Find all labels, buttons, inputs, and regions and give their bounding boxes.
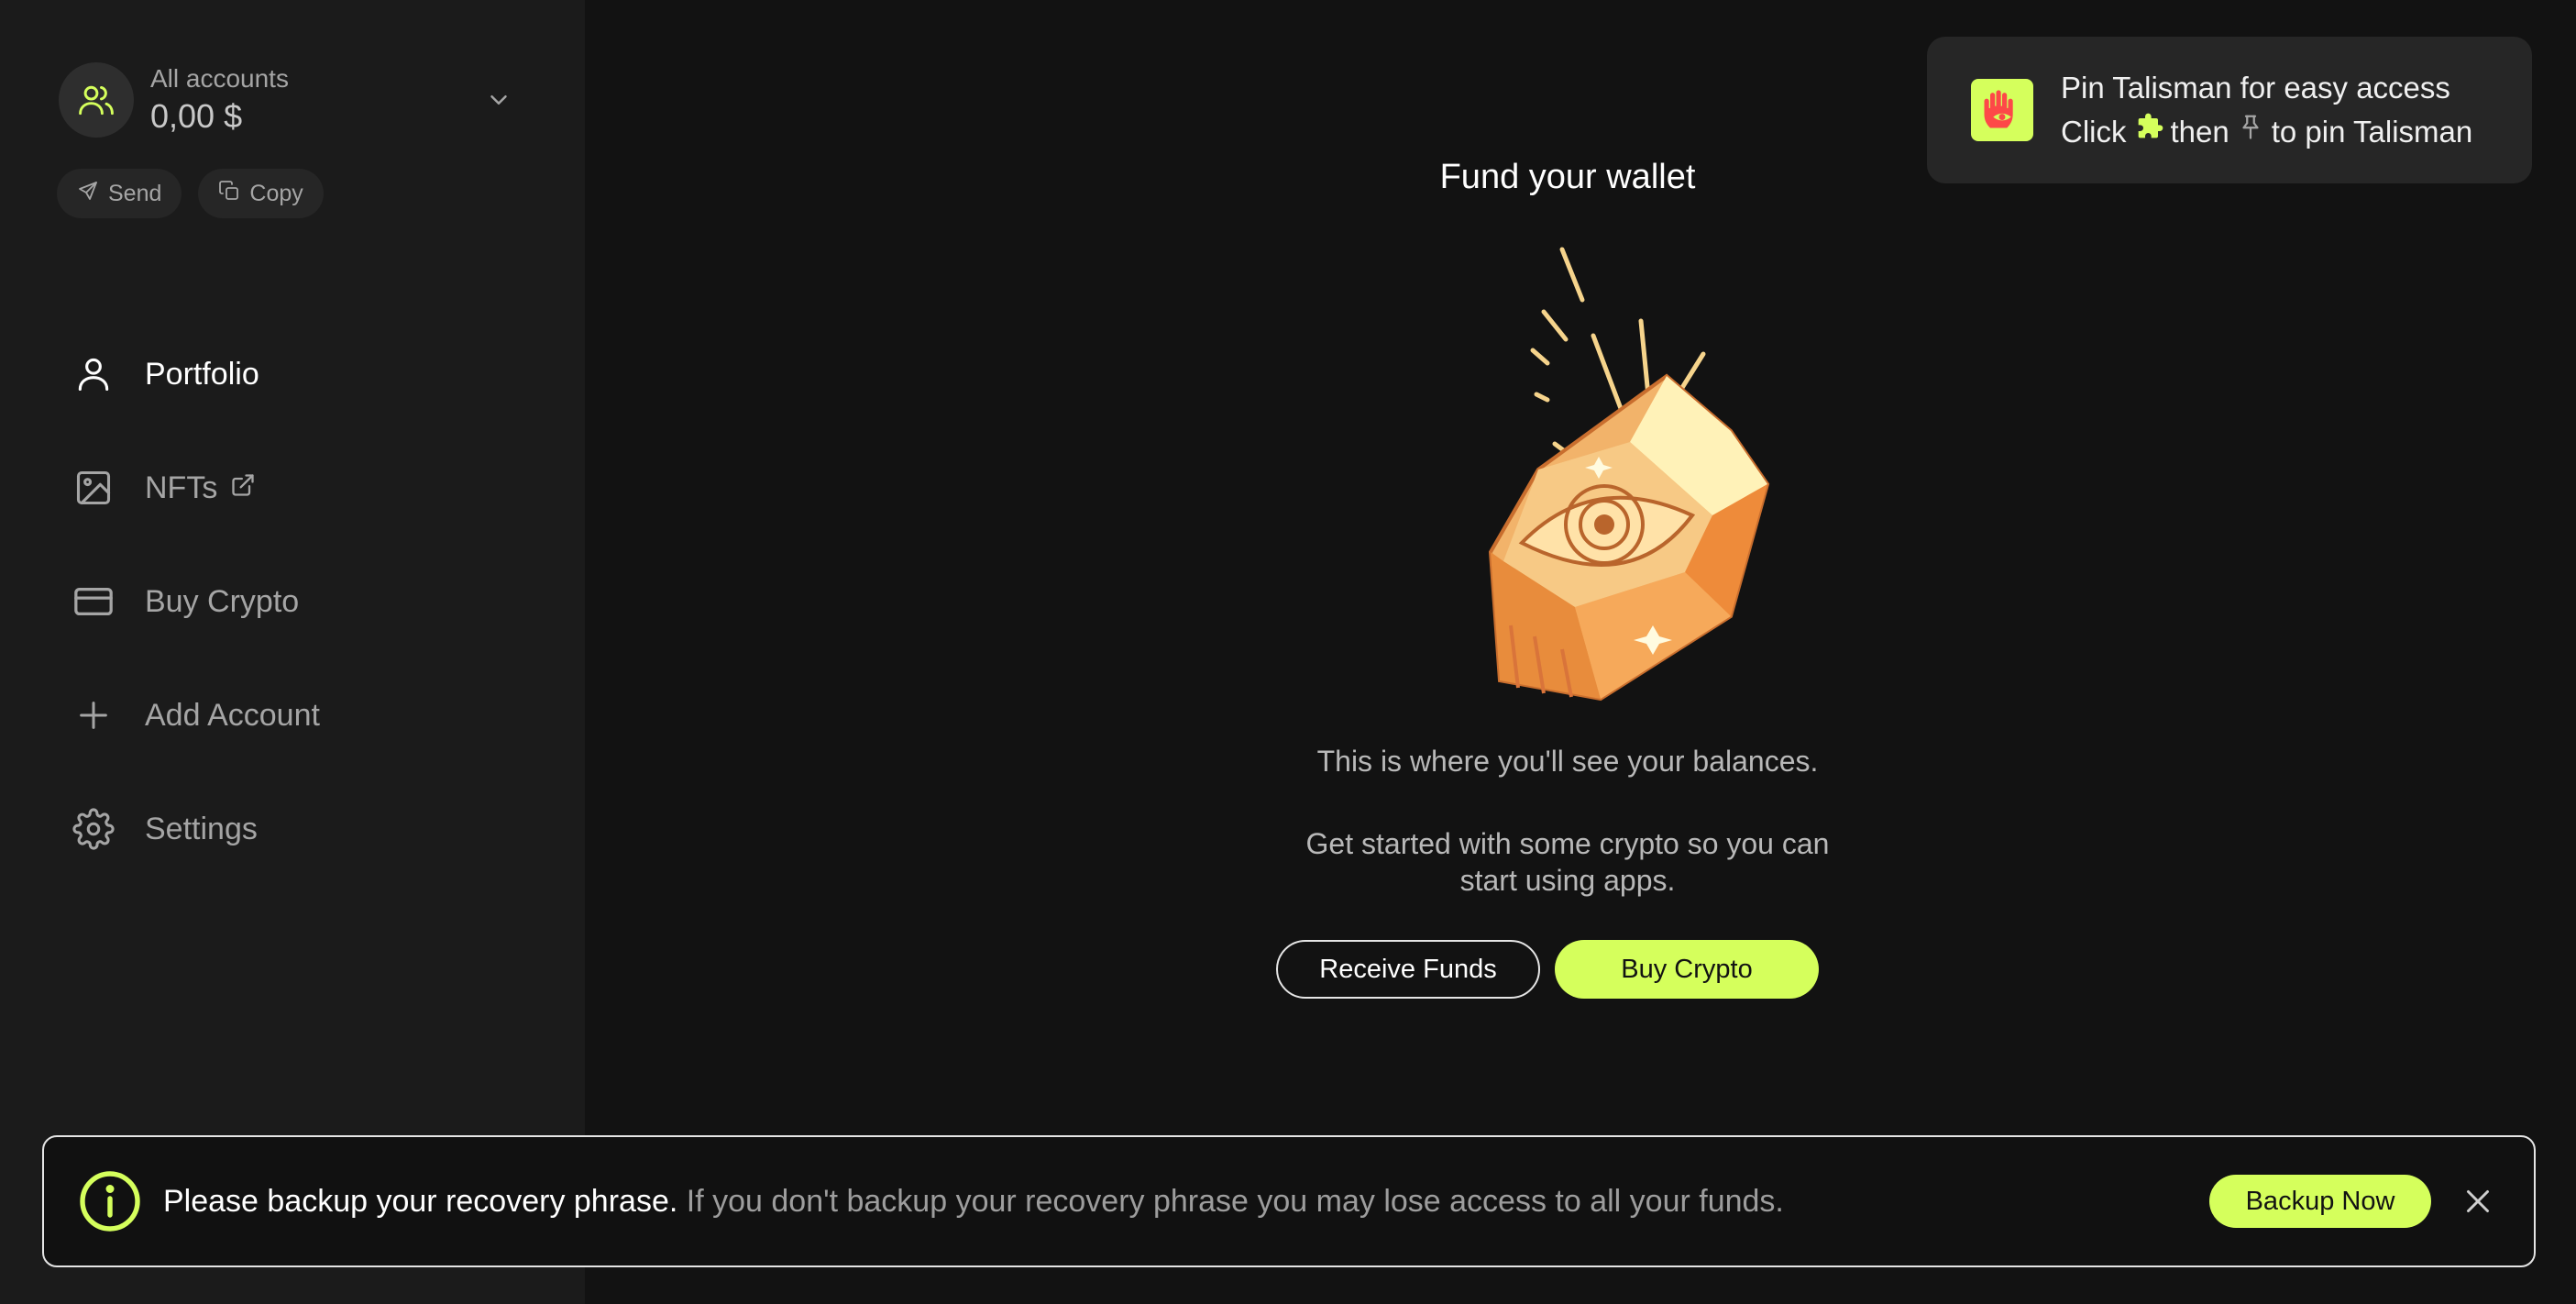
info-icon <box>77 1168 143 1234</box>
sidebar-item-label: Portfolio <box>145 357 259 392</box>
backup-now-button[interactable]: Backup Now <box>2209 1175 2431 1228</box>
toast-then-text: then <box>2170 115 2229 149</box>
sidebar-item-label: Add Account <box>145 698 320 734</box>
banner-message: Please backup your recovery phrase. If y… <box>163 1184 2209 1220</box>
nfts-label: NFTs <box>145 470 218 505</box>
toast-click-text: Click <box>2061 115 2127 149</box>
sidebar-item-settings[interactable]: Settings <box>0 772 585 886</box>
add-account-label: Add Account <box>145 697 320 733</box>
balances-description: This is where you'll see your balances. <box>1316 745 1819 778</box>
send-button[interactable]: Send <box>57 169 182 218</box>
account-label: All accounts <box>150 64 289 93</box>
credit-card-icon <box>70 578 117 625</box>
settings-label: Settings <box>145 811 258 846</box>
sidebar-item-buy-crypto[interactable]: Buy Crypto <box>0 545 585 658</box>
toast-title: Pin Talisman for easy access <box>2061 71 2450 105</box>
user-icon <box>70 350 117 398</box>
portfolio-label: Portfolio <box>145 356 259 392</box>
chevron-down-icon[interactable] <box>480 82 517 118</box>
gear-icon <box>70 805 117 853</box>
toast-pin-text: to pin Talisman <box>2271 115 2473 149</box>
plus-icon <box>70 691 117 739</box>
sidebar-nav: Portfolio NFTs Buy Crypto Add Account Se… <box>0 317 585 886</box>
sidebar-item-label: Settings <box>145 812 258 847</box>
account-balance: 0,00 $ <box>150 97 243 135</box>
backup-banner: Please backup your recovery phrase. If y… <box>42 1135 2536 1267</box>
close-icon[interactable] <box>2455 1178 2501 1224</box>
sidebar-item-nfts[interactable]: NFTs <box>0 431 585 545</box>
sidebar-item-portfolio[interactable]: Portfolio <box>0 317 585 431</box>
sidebar-item-label: NFTs <box>145 470 256 506</box>
sidebar-item-label: Buy Crypto <box>145 584 299 620</box>
fund-actions: Receive Funds Buy Crypto <box>1276 940 1819 999</box>
puzzle-icon <box>2134 110 2163 154</box>
sidebar: All accounts 0,00 $ Send Copy Portfolio … <box>0 0 585 1304</box>
copy-icon <box>218 180 240 208</box>
banner-title: Please backup your recovery phrase. <box>163 1183 678 1219</box>
account-summary: All accounts 0,00 $ <box>150 62 480 138</box>
receive-funds-label: Receive Funds <box>1319 954 1497 984</box>
send-label: Send <box>108 180 162 206</box>
banner-description: If you don't backup your recovery phrase… <box>686 1183 1784 1219</box>
image-icon <box>70 464 117 512</box>
talisman-logo-icon <box>1971 79 2033 141</box>
backup-now-label: Backup Now <box>2245 1186 2395 1216</box>
account-selector[interactable]: All accounts 0,00 $ <box>59 59 517 141</box>
talisman-gem-illustration <box>1401 240 1786 708</box>
copy-button[interactable]: Copy <box>198 169 324 218</box>
quick-actions: Send Copy <box>57 169 324 218</box>
send-icon <box>77 180 99 208</box>
buy-crypto-button[interactable]: Buy Crypto <box>1555 940 1819 999</box>
users-icon <box>59 62 134 138</box>
receive-funds-button[interactable]: Receive Funds <box>1276 940 1540 999</box>
copy-label: Copy <box>249 180 303 206</box>
get-started-description: Get started with some crypto so you can … <box>1305 827 1830 897</box>
toast-instructions: Click then to pin Talisman <box>2061 110 2472 154</box>
sidebar-item-add-account[interactable]: Add Account <box>0 658 585 772</box>
buy-crypto-label: Buy Crypto <box>145 583 300 619</box>
toast-text: Pin Talisman for easy access Click then <box>2061 66 2472 154</box>
app-window: All accounts 0,00 $ Send Copy Portfolio … <box>0 0 2576 1304</box>
pin-talisman-toast: Pin Talisman for easy access Click then <box>1927 37 2532 183</box>
pin-icon <box>2237 110 2264 154</box>
external-link-icon <box>230 470 256 506</box>
buy-crypto-label: Buy Crypto <box>1621 954 1753 984</box>
